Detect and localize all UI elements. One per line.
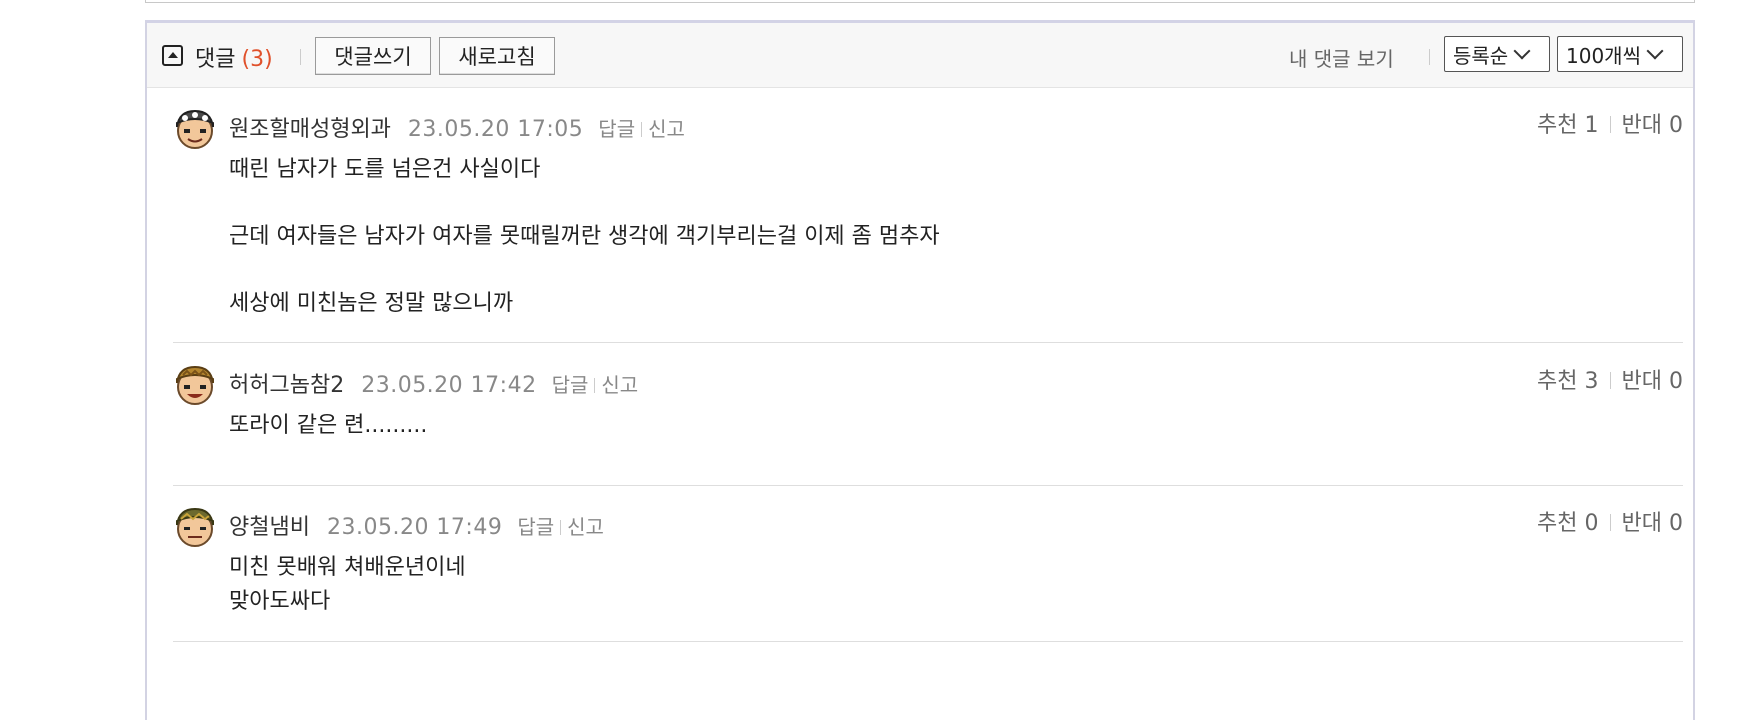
upvote-button[interactable]: 추천 3	[1537, 369, 1598, 394]
previous-section-box	[145, 0, 1695, 3]
comment-meta: 양철냄비 23.05.20 17:49 답글 신고	[229, 509, 604, 541]
reply-link[interactable]: 답글	[517, 515, 554, 539]
comment-meta: 원조할매성형외과 23.05.20 17:05 답글 신고	[229, 111, 685, 143]
comment-divider	[173, 641, 1683, 642]
upvote-button[interactable]: 추천 0	[1537, 511, 1598, 536]
comment-text: 맞아도싸다	[229, 589, 331, 614]
vote-divider	[1609, 514, 1611, 531]
chevron-down-icon	[1646, 42, 1664, 60]
comment-date: 23.05.20 17:05	[407, 117, 584, 142]
per-page-select[interactable]: 100개씩	[1557, 36, 1683, 72]
comments-toolbar: 댓글 (3) 댓글쓰기 새로고침 내 댓글 보기 등록순 100개씩	[147, 23, 1693, 88]
comment-divider	[173, 485, 1683, 486]
comments-title: 댓글	[195, 47, 236, 72]
refresh-button[interactable]: 새로고침	[439, 37, 555, 75]
meta-divider	[594, 378, 596, 393]
report-link[interactable]: 신고	[601, 373, 638, 397]
chevron-down-icon	[1513, 42, 1531, 60]
report-link[interactable]: 신고	[567, 515, 604, 539]
upvote-button[interactable]: 추천 1	[1537, 113, 1598, 138]
toolbar-divider	[1429, 49, 1430, 65]
comment-author[interactable]: 허허그놈참2	[229, 373, 344, 398]
vote-divider	[1609, 116, 1611, 133]
comment-date: 23.05.20 17:42	[361, 373, 537, 398]
sort-order-select[interactable]: 등록순	[1444, 36, 1550, 72]
my-comments-link[interactable]: 내 댓글 보기	[1289, 43, 1394, 72]
meta-divider	[560, 520, 562, 535]
comment-text: 세상에 미친놈은 정말 많으니까	[229, 291, 514, 316]
comment-author[interactable]: 원조할매성형외과	[229, 117, 391, 142]
write-comment-button[interactable]: 댓글쓰기	[315, 37, 431, 75]
downvote-button[interactable]: 반대 0	[1622, 511, 1683, 536]
downvote-button[interactable]: 반대 0	[1622, 113, 1683, 138]
toolbar-divider	[300, 49, 301, 65]
report-link[interactable]: 신고	[648, 117, 685, 141]
vote-box: 추천 3 반대 0	[1537, 363, 1683, 395]
meta-divider	[641, 122, 643, 137]
reply-link[interactable]: 답글	[552, 373, 589, 397]
downvote-button[interactable]: 반대 0	[1622, 369, 1683, 394]
comments-panel: 댓글 (3) 댓글쓰기 새로고침 내 댓글 보기 등록순 100개씩 원조할매성형…	[145, 20, 1695, 720]
sort-order-value: 등록순	[1453, 43, 1509, 68]
vote-box: 추천 1 반대 0	[1537, 107, 1683, 139]
comment-divider	[173, 342, 1683, 343]
reply-link[interactable]: 답글	[598, 117, 635, 141]
comment-text: 또라이 같은 련.........	[229, 413, 428, 438]
avatar-icon	[176, 365, 214, 405]
comment-author[interactable]: 양철냄비	[229, 515, 310, 540]
avatar-icon	[176, 109, 214, 149]
collapse-toggle-icon[interactable]	[162, 45, 183, 66]
comment-text: 근데 여자들은 남자가 여자를 못때릴꺼란 생각에 객기부리는걸 이제 좀 멈추…	[229, 224, 940, 249]
comment-date: 23.05.20 17:49	[326, 515, 503, 540]
avatar-icon	[176, 507, 214, 547]
comment-text: 때린 남자가 도를 넘은건 사실이다	[229, 157, 541, 182]
vote-box: 추천 0 반대 0	[1537, 505, 1683, 537]
per-page-value: 100개씩	[1566, 43, 1641, 68]
comments-heading: 댓글 (3)	[195, 41, 273, 73]
comment-count: (3)	[241, 47, 273, 72]
comment-text: 미친 못배워 쳐배운년이네	[229, 555, 466, 580]
vote-divider	[1609, 372, 1611, 389]
comment-meta: 허허그놈참2 23.05.20 17:42 답글 신고	[229, 367, 638, 399]
